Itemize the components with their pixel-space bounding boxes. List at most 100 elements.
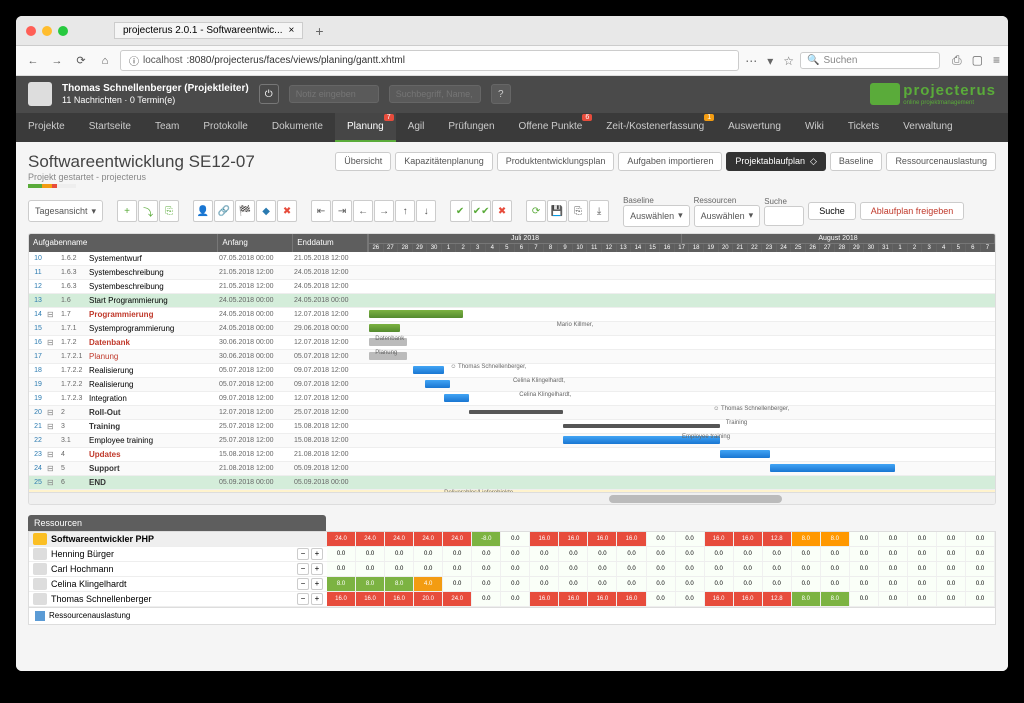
gantt-bar[interactable] xyxy=(413,366,444,374)
resource-row[interactable]: Henning Bürger −+ xyxy=(29,547,327,562)
avatar[interactable] xyxy=(28,82,52,106)
gantt-bar[interactable] xyxy=(369,310,463,318)
outdent-button[interactable]: ⇤ xyxy=(311,200,331,222)
gantt-timeline[interactable] xyxy=(369,307,995,321)
down-button[interactable]: ↓ xyxy=(416,200,436,222)
page-tab[interactable]: Ressourcenauslastung xyxy=(886,152,996,171)
save-button[interactable]: 💾 xyxy=(547,200,567,222)
gantt-row[interactable]: 13 1.6 Start Programmierung 24.05.2018 0… xyxy=(29,294,995,308)
more-icon[interactable]: ⋯ xyxy=(745,54,757,68)
gantt-row[interactable]: 24 ⊟ 5 Support 21.08.2018 12:00 05.09.20… xyxy=(29,462,995,476)
up-button[interactable]: ↑ xyxy=(395,200,415,222)
gantt-timeline[interactable] xyxy=(369,265,995,279)
gantt-timeline[interactable] xyxy=(369,447,995,461)
gantt-row[interactable]: 19 1.7.2.3 Integration 09.07.2018 12:00 … xyxy=(29,392,995,406)
gantt-row[interactable]: 11 1.6.3 Systembeschreibung 21.05.2018 1… xyxy=(29,266,995,280)
indent-button[interactable]: ⇥ xyxy=(332,200,352,222)
gantt-row[interactable]: 17 1.7.2.1 Planung 30.06.2018 00:00 05.0… xyxy=(29,350,995,364)
gantt-row[interactable]: 16 ⊟ 1.7.2 Datenbank 30.06.2018 00:00 12… xyxy=(29,336,995,350)
reject-button[interactable]: ✖ xyxy=(492,200,512,222)
gantt-bar[interactable] xyxy=(469,410,563,414)
resource-group[interactable]: Softwareentwickler PHP xyxy=(29,532,327,547)
page-tab[interactable]: Übersicht xyxy=(335,152,391,171)
nav-item[interactable]: Dokumente xyxy=(260,113,335,142)
gantt-timeline[interactable]: Celina Klingelhardt, xyxy=(369,391,995,405)
page-tab[interactable]: Baseline xyxy=(830,152,883,171)
user-button[interactable]: 👤 xyxy=(193,200,213,222)
milestone-button[interactable]: ◆ xyxy=(256,200,276,222)
gantt-timeline[interactable]: ☺ Thomas Schnellenberger, xyxy=(369,405,995,419)
power-button[interactable]: ⏻ xyxy=(259,84,279,104)
expand-icon[interactable]: ⊟ xyxy=(47,450,61,459)
gantt-timeline[interactable]: Employee training xyxy=(369,433,995,447)
gantt-row[interactable]: 21 ⊟ 3 Training 25.07.2018 12:00 15.08.2… xyxy=(29,420,995,434)
gantt-bar[interactable] xyxy=(425,380,450,388)
gantt-bar[interactable] xyxy=(369,324,400,332)
add-dup-button[interactable]: ⎘ xyxy=(159,200,179,222)
nav-item[interactable]: Auswertung xyxy=(716,113,793,142)
menu-icon[interactable]: ≡ xyxy=(993,53,1000,68)
new-tab-button[interactable]: + xyxy=(315,23,323,39)
gantt-row[interactable]: 12 1.6.3 Systembeschreibung 21.05.2018 1… xyxy=(29,280,995,294)
minus-button[interactable]: − xyxy=(297,548,309,560)
gantt-timeline[interactable]: Planung xyxy=(369,349,995,363)
copy-button[interactable]: ⎘ xyxy=(568,200,588,222)
add-sub-button[interactable]: ⤵ xyxy=(138,200,158,222)
flag-button[interactable]: 🏁 xyxy=(235,200,255,222)
minimize-window[interactable] xyxy=(42,26,52,36)
expand-icon[interactable]: ⊟ xyxy=(47,478,61,487)
nav-item[interactable]: Team xyxy=(143,113,191,142)
nav-item[interactable]: Zeit-/Kostenerfassung1 xyxy=(594,113,716,142)
search-input[interactable] xyxy=(764,206,804,226)
gantt-row[interactable]: 23 ⊟ 4 Updates 15.08.2018 12:00 21.08.20… xyxy=(29,448,995,462)
library-icon[interactable]: ⎙ xyxy=(952,53,962,68)
nav-item[interactable]: Tickets xyxy=(836,113,891,142)
url-input[interactable]: ⓘ localhost:8080/projecterus/faces/views… xyxy=(120,50,739,71)
page-tab[interactable]: Kapazitätenplanung xyxy=(395,152,493,171)
gantt-row[interactable]: 18 1.7.2.2 Realisierung 05.07.2018 12:00… xyxy=(29,364,995,378)
maximize-window[interactable] xyxy=(58,26,68,36)
refresh-button[interactable]: ⟳ xyxy=(526,200,546,222)
minus-button[interactable]: − xyxy=(297,593,309,605)
nav-item[interactable]: Agil xyxy=(396,113,437,142)
view-select[interactable]: Tagesansicht ▾ xyxy=(28,200,103,222)
nav-item[interactable]: Wiki xyxy=(793,113,836,142)
gantt-bar[interactable] xyxy=(444,394,469,402)
gantt-row[interactable]: 25 ⊟ 6 END 05.09.2018 00:00 05.09.2018 0… xyxy=(29,476,995,490)
gantt-row[interactable]: 10 1.6.2 Systementwurf 07.05.2018 00:00 … xyxy=(29,252,995,266)
expand-icon[interactable]: ⊟ xyxy=(47,464,61,473)
accept-button[interactable]: ✔✔ xyxy=(471,200,491,222)
h-scrollbar[interactable] xyxy=(29,492,995,504)
minus-button[interactable]: − xyxy=(297,563,309,575)
gantt-row[interactable]: 19 1.7.2.2 Realisierung 05.07.2018 12:00… xyxy=(29,378,995,392)
delete-button[interactable]: ✖ xyxy=(277,200,297,222)
baseline-select[interactable]: Auswählen ▾ xyxy=(623,205,690,227)
nav-item[interactable]: Projekte xyxy=(16,113,77,142)
pocket-icon[interactable]: ▾ xyxy=(767,54,773,68)
nav-item[interactable]: Protokolle xyxy=(191,113,259,142)
gantt-timeline[interactable]: ☺ Thomas Schnellenberger, xyxy=(369,363,995,377)
release-button[interactable]: Ablaufplan freigeben xyxy=(860,202,965,220)
resource-row[interactable]: Carl Hochmann −+ xyxy=(29,562,327,577)
page-tab[interactable]: Aufgaben importieren xyxy=(618,152,722,171)
home-button[interactable]: ⌂ xyxy=(96,52,114,70)
resource-row[interactable]: Thomas Schnellenberger −+ xyxy=(29,592,327,607)
gantt-timeline[interactable] xyxy=(369,475,995,489)
page-tab[interactable]: Projektablaufplan ◇ xyxy=(726,152,825,171)
gantt-timeline[interactable]: Mario Killmer, xyxy=(369,321,995,335)
nav-item[interactable]: Startseite xyxy=(77,113,143,142)
plus-button[interactable]: + xyxy=(311,593,323,605)
search-button[interactable]: Suche xyxy=(808,202,856,220)
gantt-timeline[interactable] xyxy=(369,461,995,475)
nav-item[interactable]: Prüfungen xyxy=(436,113,506,142)
gantt-bar[interactable] xyxy=(720,450,770,458)
gantt-row[interactable]: 14 ⊟ 1.7 Programmierung 24.05.2018 00:00… xyxy=(29,308,995,322)
reload-button[interactable]: ⟳ xyxy=(72,52,90,70)
sidebar-icon[interactable]: ▢ xyxy=(972,53,983,68)
gantt-timeline[interactable] xyxy=(369,279,995,293)
plus-button[interactable]: + xyxy=(311,563,323,575)
minus-button[interactable]: − xyxy=(297,578,309,590)
star-icon[interactable]: ☆ xyxy=(783,54,794,68)
gantt-row[interactable]: 20 ⊟ 2 Roll-Out 12.07.2018 12:00 25.07.2… xyxy=(29,406,995,420)
expand-icon[interactable]: ⊟ xyxy=(47,338,61,347)
